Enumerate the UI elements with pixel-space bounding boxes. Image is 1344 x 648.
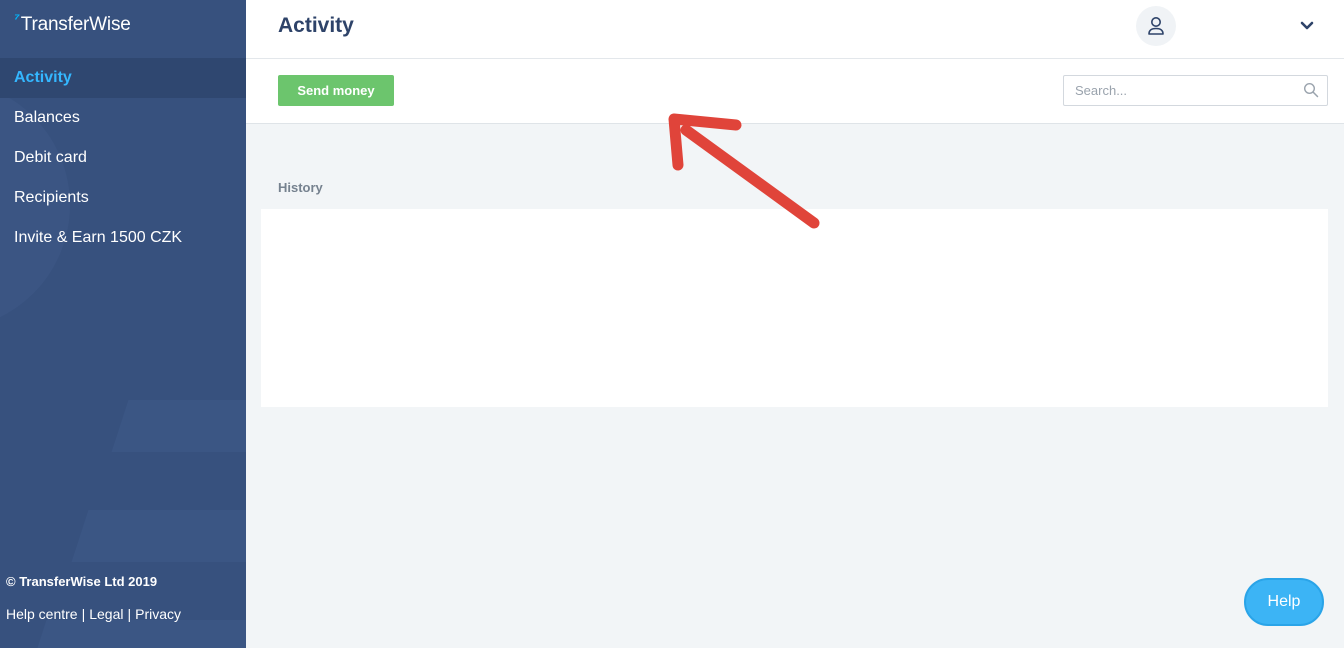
avatar[interactable] — [1136, 6, 1176, 46]
logo-text: TransferWise — [20, 14, 131, 35]
link-separator: | — [127, 606, 132, 622]
logo-mark-icon: ⁷ — [14, 10, 20, 27]
sidebar: ⁷ TransferWise Activity Balances Debit c… — [0, 0, 246, 648]
search-input[interactable] — [1064, 76, 1294, 105]
legal-link[interactable]: Legal — [89, 606, 123, 622]
page-title: Activity — [278, 14, 354, 37]
action-bar: Send money — [246, 59, 1344, 124]
send-money-button[interactable]: Send money — [278, 75, 394, 106]
sidebar-item-debit-card[interactable]: Debit card — [0, 138, 246, 178]
chevron-down-icon — [1300, 21, 1314, 30]
main-content: Activity Send money History Help — [246, 0, 1344, 648]
search-icon[interactable] — [1303, 82, 1319, 98]
history-heading: History — [278, 180, 323, 195]
help-centre-link[interactable]: Help centre — [6, 606, 78, 622]
history-panel — [261, 209, 1328, 407]
sidebar-item-activity[interactable]: Activity — [0, 58, 246, 98]
sidebar-decoration — [111, 400, 246, 452]
top-bar: Activity — [246, 0, 1344, 59]
sidebar-footer: © TransferWise Ltd 2019 Help centre | Lega… — [6, 572, 181, 624]
logo[interactable]: ⁷ TransferWise — [14, 10, 131, 38]
account-menu-toggle[interactable] — [1298, 17, 1316, 35]
sidebar-decoration — [71, 510, 246, 562]
sidebar-item-recipients[interactable]: Recipients — [0, 178, 246, 218]
copyright-text: © TransferWise Ltd 2019 — [6, 574, 158, 589]
link-separator: | — [81, 606, 86, 622]
privacy-link[interactable]: Privacy — [135, 606, 181, 622]
user-icon — [1148, 17, 1164, 35]
help-button[interactable]: Help — [1244, 578, 1324, 626]
sidebar-item-balances[interactable]: Balances — [0, 98, 246, 138]
sidebar-nav: Activity Balances Debit card Recipients … — [0, 58, 246, 258]
sidebar-decoration — [33, 620, 246, 648]
sidebar-item-invite-earn[interactable]: Invite & Earn 1500 CZK — [0, 218, 246, 258]
search-box — [1063, 75, 1328, 106]
footer-links: Help centre | Legal | Privacy — [6, 604, 181, 624]
